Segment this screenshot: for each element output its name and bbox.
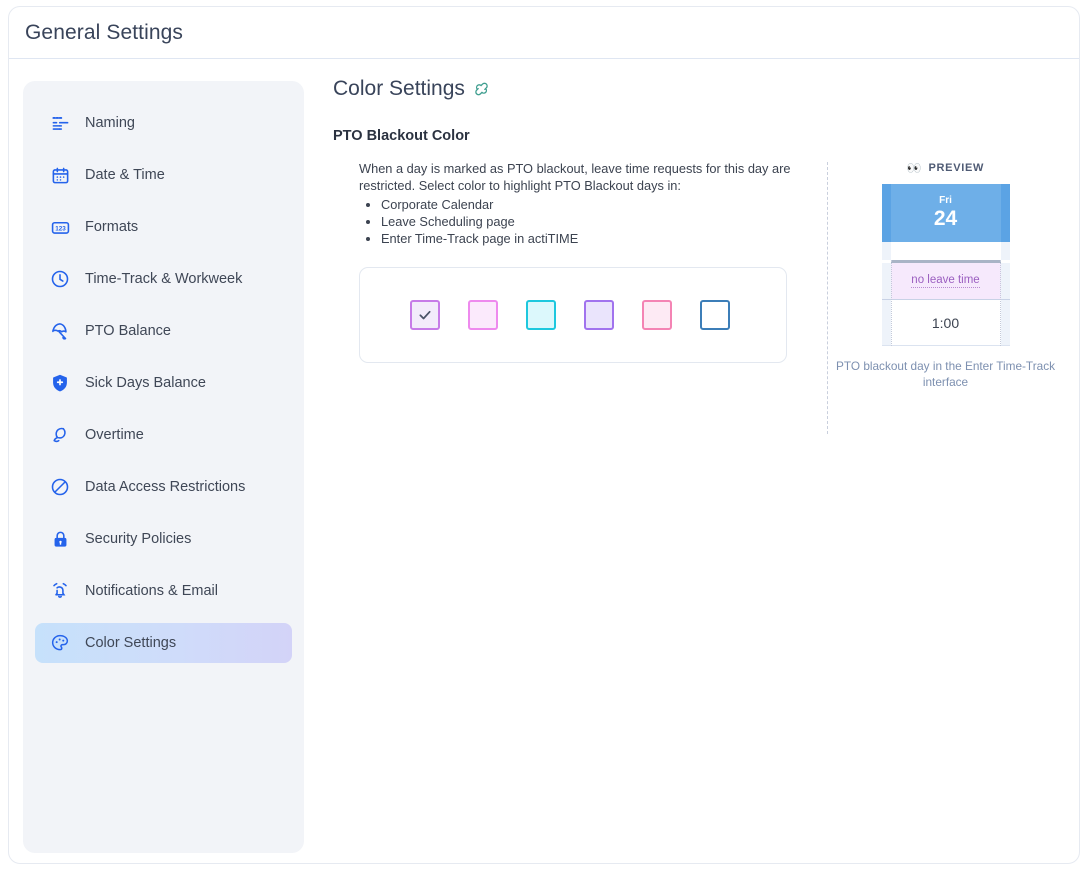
preview-time-row: 1:00 bbox=[881, 300, 1010, 346]
number-format-icon: 123 bbox=[49, 216, 71, 238]
sidebar-item-label: Naming bbox=[85, 115, 135, 131]
sidebar-item-label: Security Policies bbox=[85, 531, 192, 547]
preview-panel: 👀 PREVIEW Fri 24 no leave time 1:00 PTO … bbox=[828, 160, 1063, 434]
sidebar-item-label: Data Access Restrictions bbox=[85, 479, 246, 495]
settings-content: Color Settings PTO Blackout Color When a… bbox=[304, 77, 1063, 853]
palette-icon bbox=[49, 632, 71, 654]
preview-time-value: 1:00 bbox=[931, 314, 960, 331]
section-title: PTO Blackout Color bbox=[333, 128, 470, 144]
list-item: Corporate Calendar bbox=[381, 196, 813, 213]
color-swatch-container bbox=[359, 266, 787, 363]
preview-gap-row bbox=[881, 242, 1010, 260]
beach-umbrella-icon bbox=[49, 320, 71, 342]
window-titlebar: General Settings bbox=[9, 7, 1079, 59]
color-swatch-light-purple[interactable] bbox=[410, 299, 440, 330]
sidebar-item-data-access-restrictions[interactable]: Data Access Restrictions bbox=[35, 467, 292, 507]
sidebar-item-label: Overtime bbox=[85, 427, 144, 443]
color-swatch-pink[interactable] bbox=[642, 299, 672, 330]
sidebar-item-label: Time-Track & Workweek bbox=[85, 271, 243, 287]
svg-text:123: 123 bbox=[55, 225, 66, 232]
sidebar-item-sick-days-balance[interactable]: Sick Days Balance bbox=[35, 363, 292, 403]
sidebar-item-label: Formats bbox=[85, 219, 139, 235]
shield-plus-icon bbox=[49, 372, 71, 394]
preview-label-row: 👀 PREVIEW bbox=[907, 162, 984, 174]
sidebar-item-date-time[interactable]: Date & Time bbox=[35, 155, 292, 195]
preview-label: PREVIEW bbox=[928, 162, 985, 174]
sidebar-item-overtime[interactable]: Overtime bbox=[35, 415, 292, 455]
sidebar-item-label: Sick Days Balance bbox=[85, 375, 206, 391]
sidebar-item-label: Date & Time bbox=[85, 167, 165, 183]
preview-day-of-week: Fri bbox=[939, 195, 952, 206]
page-body: Naming Date & Time 123 Formats Time-Trac… bbox=[9, 59, 1079, 853]
description-bullet-list: Corporate Calendar Leave Scheduling page… bbox=[359, 196, 813, 248]
clock-icon bbox=[49, 268, 71, 290]
sidebar-item-notifications-email[interactable]: Notifications & Email bbox=[35, 571, 292, 611]
sidebar-item-pto-balance[interactable]: PTO Balance bbox=[35, 311, 292, 351]
settings-sidebar: Naming Date & Time 123 Formats Time-Trac… bbox=[23, 81, 304, 853]
color-swatch-cyan[interactable] bbox=[526, 299, 556, 330]
color-swatch-lavender[interactable] bbox=[584, 299, 614, 330]
sidebar-item-label: Notifications & Email bbox=[85, 583, 218, 599]
check-icon bbox=[419, 310, 431, 319]
calendar-icon bbox=[49, 164, 71, 186]
sidebar-item-security-policies[interactable]: Security Policies bbox=[35, 519, 292, 559]
settings-left-column: When a day is marked as PTO blackout, le… bbox=[333, 160, 813, 434]
content-title: Color Settings bbox=[333, 77, 465, 100]
sidebar-item-color-settings[interactable]: Color Settings bbox=[35, 623, 292, 663]
list-item: Leave Scheduling page bbox=[381, 213, 813, 230]
settings-window: General Settings Naming Date & Time 123 … bbox=[8, 6, 1080, 864]
page-title: General Settings bbox=[25, 20, 184, 44]
description-paragraph: When a day is marked as PTO blackout, le… bbox=[359, 161, 791, 194]
description-block: When a day is marked as PTO blackout, le… bbox=[333, 160, 813, 248]
preview-day-number: 24 bbox=[933, 207, 958, 230]
abc-list-icon bbox=[49, 112, 71, 134]
lock-icon bbox=[49, 528, 71, 550]
link-icon[interactable] bbox=[474, 81, 491, 98]
settings-columns: When a day is marked as PTO blackout, le… bbox=[333, 160, 1063, 434]
content-header: Color Settings bbox=[333, 77, 1063, 101]
sidebar-item-naming[interactable]: Naming bbox=[35, 103, 292, 143]
preview-day-header: Fri 24 bbox=[881, 184, 1010, 242]
preview-blackout-band: no leave time bbox=[881, 263, 1010, 300]
no-entry-icon bbox=[49, 476, 71, 498]
moon-icon bbox=[49, 424, 71, 446]
color-swatch-white[interactable] bbox=[700, 299, 730, 330]
sidebar-item-label: Color Settings bbox=[85, 635, 177, 651]
eyes-icon: 👀 bbox=[906, 161, 923, 175]
sidebar-item-formats[interactable]: 123 Formats bbox=[35, 207, 292, 247]
sidebar-item-time-track-workweek[interactable]: Time-Track & Workweek bbox=[35, 259, 292, 299]
list-item: Enter Time-Track page in actiTIME bbox=[381, 230, 813, 247]
bell-icon bbox=[49, 580, 71, 602]
preview-band-text: no leave time bbox=[911, 274, 980, 288]
sidebar-item-label: PTO Balance bbox=[85, 323, 171, 339]
color-swatch-light-magenta[interactable] bbox=[468, 299, 498, 330]
preview-calendar: Fri 24 no leave time 1:00 bbox=[881, 184, 1010, 346]
preview-caption: PTO blackout day in the Enter Time-Track… bbox=[836, 359, 1055, 389]
